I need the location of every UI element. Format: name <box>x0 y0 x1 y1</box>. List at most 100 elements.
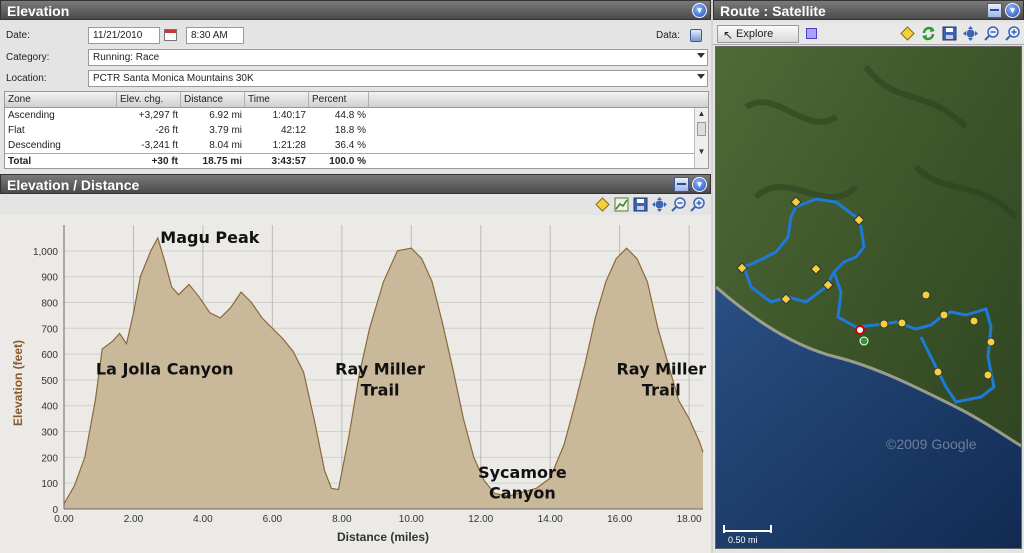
category-select[interactable]: Running: Race <box>88 49 708 66</box>
y-tick-label: 400 <box>41 402 58 413</box>
save-icon[interactable] <box>633 197 648 212</box>
cell-elev: +3,297 ft <box>138 110 178 121</box>
x-tick-label: 12.00 <box>468 514 493 525</box>
map-tool-group <box>900 26 1020 41</box>
cursor-arrow-icon: ↖ <box>723 28 734 42</box>
cell-zone: Flat <box>8 125 25 136</box>
marker-diamond-icon[interactable] <box>900 26 915 41</box>
y-tick-label: 600 <box>41 350 58 361</box>
scroll-thumb[interactable] <box>697 122 706 136</box>
cell-percent: 44.8 % <box>334 110 366 121</box>
x-axis-label: Distance (miles) <box>337 530 429 544</box>
column-header-distance[interactable]: Distance <box>181 92 245 107</box>
x-tick-label: 14.00 <box>538 514 563 525</box>
data-device-icon[interactable] <box>690 29 702 42</box>
data-label: Data: <box>656 30 680 41</box>
elevation-titlebar: Elevation ▾ <box>0 0 711 20</box>
cell-elev: +30 ft <box>151 156 178 167</box>
date-label: Date: <box>6 30 30 41</box>
zoom-in-icon[interactable] <box>1005 26 1020 41</box>
date-row: Date: 11/21/2010 8:30 AM Data: <box>0 26 711 46</box>
date-field[interactable]: 11/21/2010 <box>88 27 160 44</box>
table-row-total[interactable]: Total +30 ft 18.75 mi 3:43:57 100.0 % <box>5 153 708 168</box>
chevron-down-icon[interactable] <box>697 74 705 79</box>
x-tick-label: 6.00 <box>263 514 283 525</box>
chart-title: Elevation / Distance <box>7 177 140 193</box>
chart-annotation: Ray Miller <box>616 360 706 379</box>
elevation-chart[interactable]: 0 100 200 300 400 500 600 700 800 900 1,000 0.00 2.0… <box>0 215 711 553</box>
satellite-map[interactable]: ©2009 Google 0.50 mi <box>715 46 1022 549</box>
y-tick-label: 1,000 <box>33 247 58 258</box>
zoom-out-icon[interactable] <box>984 26 999 41</box>
cell-zone: Total <box>8 156 32 167</box>
x-tick-label: 0.00 <box>54 514 74 525</box>
zoom-in-icon[interactable] <box>690 197 705 212</box>
y-tick-label: 800 <box>41 298 58 309</box>
chart-annotation: Sycamore <box>478 463 567 482</box>
fit-view-icon[interactable] <box>963 26 978 41</box>
chart-annotation: Magu Peak <box>160 228 260 247</box>
x-tick-label: 4.00 <box>193 514 213 525</box>
layout-toggle-icon[interactable] <box>674 177 689 192</box>
column-header-percent[interactable]: Percent <box>309 92 369 107</box>
table-row[interactable]: Flat -26 ft 3.79 mi 42:12 18.8 % <box>5 123 708 138</box>
table-row[interactable]: Ascending +3,297 ft 6.92 mi 1:40:17 44.8… <box>5 108 708 123</box>
map-watermark: ©2009 Google <box>886 436 977 452</box>
scroll-up-icon[interactable]: ▲ <box>695 108 708 120</box>
satellite-map-svg[interactable]: ©2009 Google 0.50 mi <box>716 47 1022 549</box>
x-tick-label: 18.00 <box>677 514 702 525</box>
table-row[interactable]: Descending -3,241 ft 8.04 mi 1:21:28 36.… <box>5 138 708 153</box>
cell-percent: 18.8 % <box>334 125 366 136</box>
cell-distance: 18.75 mi <box>202 156 242 167</box>
cell-percent: 100.0 % <box>329 156 366 167</box>
elevation-panel: Elevation ▾ Date: 11/21/2010 8:30 AM Dat… <box>0 0 711 553</box>
cell-distance: 3.79 mi <box>209 125 242 136</box>
y-tick-label: 700 <box>41 324 58 335</box>
y-tick-label: 200 <box>41 453 58 464</box>
zone-table: Zone Elev. chg. Distance Time Percent As… <box>4 91 709 169</box>
cell-zone: Descending <box>8 140 61 151</box>
cell-percent: 36.4 % <box>334 140 366 151</box>
select-region-icon[interactable] <box>806 28 817 39</box>
layout-toggle-icon[interactable] <box>987 3 1002 18</box>
chart-view-icon[interactable] <box>614 197 629 212</box>
location-value: PCTR Santa Monica Mountains 30K <box>93 73 254 84</box>
x-tick-label: 16.00 <box>607 514 632 525</box>
chart-titlebar: Elevation / Distance ▾ <box>0 174 711 194</box>
refresh-icon[interactable] <box>921 26 936 41</box>
column-header-zone[interactable]: Zone <box>5 92 117 107</box>
zoom-out-icon[interactable] <box>671 197 686 212</box>
chart-annotation: Trail <box>642 380 681 399</box>
y-tick-label: 100 <box>41 479 58 490</box>
save-icon[interactable] <box>942 26 957 41</box>
cell-distance: 6.92 mi <box>209 110 242 121</box>
chart-annotation: Ray Miller <box>335 360 425 379</box>
collapse-chevron-icon[interactable]: ▾ <box>1005 3 1020 18</box>
cell-distance: 8.04 mi <box>209 140 242 151</box>
location-select[interactable]: PCTR Santa Monica Mountains 30K <box>88 70 708 87</box>
explore-button[interactable]: ↖ Explore <box>717 25 799 43</box>
table-scrollbar[interactable]: ▲ ▼ <box>694 108 708 168</box>
scroll-down-icon[interactable]: ▼ <box>695 146 708 158</box>
calendar-icon[interactable] <box>164 29 177 41</box>
chevron-down-icon[interactable] <box>697 53 705 58</box>
y-tick-label: 300 <box>41 428 58 439</box>
fit-view-icon[interactable] <box>652 197 667 212</box>
column-header-time[interactable]: Time <box>245 92 309 107</box>
column-header-elev[interactable]: Elev. chg. <box>117 92 181 107</box>
collapse-chevron-icon[interactable]: ▾ <box>692 177 707 192</box>
cell-time: 3:43:57 <box>271 156 306 167</box>
explore-label: Explore <box>736 28 774 40</box>
collapse-chevron-icon[interactable]: ▾ <box>692 3 707 18</box>
time-field[interactable]: 8:30 AM <box>186 27 244 44</box>
route-panel: Route : Satellite ▾ ↖ Explore ©2009 Goog… <box>713 0 1024 553</box>
y-tick-label: 500 <box>41 376 58 387</box>
route-title: Route : Satellite <box>720 3 826 19</box>
cell-elev: -3,241 ft <box>141 140 178 151</box>
x-tick-label: 10.00 <box>399 514 424 525</box>
map-scale-label: 0.50 mi <box>728 535 758 545</box>
chart-annotation: Trail <box>361 380 400 399</box>
zone-table-header: Zone Elev. chg. Distance Time Percent <box>5 92 708 108</box>
elevation-chart-svg[interactable]: 01002003004005006007008009001,0000.00 2.0… <box>0 215 711 553</box>
marker-diamond-icon[interactable] <box>595 197 610 212</box>
